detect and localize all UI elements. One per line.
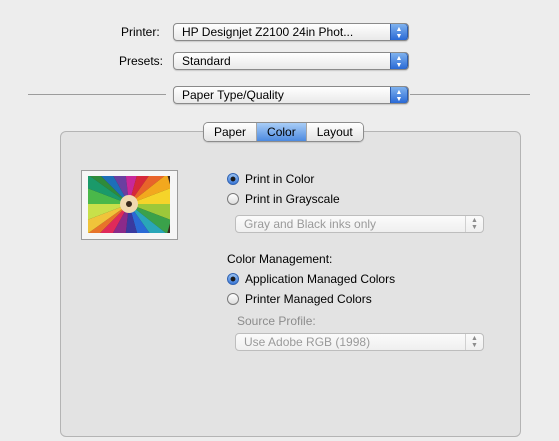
tab-color[interactable]: Color <box>257 123 307 141</box>
source-profile-popup: Use Adobe RGB (1998) ▲ ▼ <box>235 333 484 351</box>
up-down-arrows-icon: ▲ ▼ <box>390 87 408 103</box>
print-in-color-option[interactable]: Print in Color <box>227 172 314 186</box>
color-preview-thumbnail <box>81 170 178 240</box>
separator-right <box>410 94 530 95</box>
grayscale-inks-value: Gray and Black inks only <box>244 217 377 231</box>
print-in-color-label: Print in Color <box>245 172 315 186</box>
tab-paper[interactable]: Paper <box>204 123 258 141</box>
presets-value: Standard <box>182 54 231 68</box>
pane-popup[interactable]: Paper Type/Quality ▲ ▼ <box>173 86 409 104</box>
radio-unselected-icon[interactable] <box>227 293 239 305</box>
printer-managed-option[interactable]: Printer Managed Colors <box>227 292 372 306</box>
tab-layout[interactable]: Layout <box>306 123 363 141</box>
up-down-arrows-icon: ▲ ▼ <box>465 216 483 232</box>
application-managed-option[interactable]: Application Managed Colors <box>227 272 395 286</box>
printer-value: HP Designjet Z2100 24in Phot... <box>182 25 354 39</box>
color-pencils-image <box>88 176 170 233</box>
radio-selected-icon[interactable] <box>227 173 239 185</box>
radio-selected-icon[interactable] <box>227 273 239 285</box>
source-profile-value: Use Adobe RGB (1998) <box>244 335 371 349</box>
presets-popup[interactable]: Standard ▲ ▼ <box>173 52 409 70</box>
print-in-grayscale-option[interactable]: Print in Grayscale <box>227 192 340 206</box>
printer-managed-label: Printer Managed Colors <box>245 292 372 306</box>
pane-value: Paper Type/Quality <box>182 88 284 102</box>
up-down-arrows-icon: ▲ ▼ <box>390 53 408 69</box>
grayscale-inks-popup: Gray and Black inks only ▲ ▼ <box>235 215 484 233</box>
radio-unselected-icon[interactable] <box>227 193 239 205</box>
print-in-grayscale-label: Print in Grayscale <box>245 192 340 206</box>
printer-popup[interactable]: HP Designjet Z2100 24in Phot... ▲ ▼ <box>173 23 409 41</box>
up-down-arrows-icon: ▲ ▼ <box>390 24 408 40</box>
up-down-arrows-icon: ▲ ▼ <box>465 334 483 350</box>
color-management-label: Color Management: <box>227 252 333 266</box>
presets-label: Presets: <box>119 54 164 68</box>
separator-left <box>28 94 166 95</box>
printer-label: Printer: <box>121 25 160 39</box>
source-profile-label: Source Profile: <box>237 314 316 328</box>
tab-bar: Paper Color Layout <box>203 122 364 142</box>
application-managed-label: Application Managed Colors <box>245 272 396 286</box>
